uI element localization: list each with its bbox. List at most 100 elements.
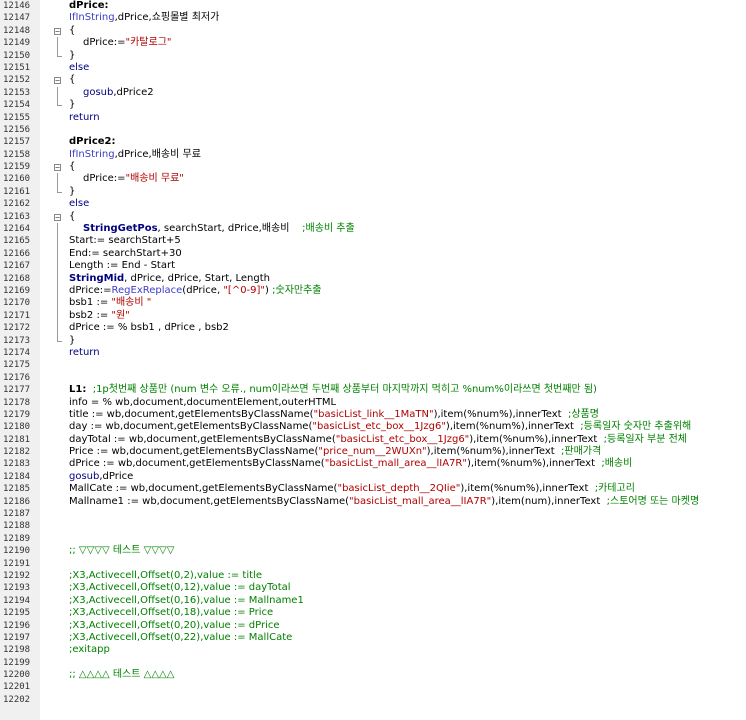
line-number: 12155 [3,112,31,123]
line-number: 12195 [3,608,31,619]
code-line[interactable]: 12191 [0,558,746,570]
code-line[interactable]: 12199 [0,657,746,669]
line-number: 12199 [3,657,31,668]
line-number: 12151 [3,62,31,73]
code-area[interactable]: 12146 dPrice: 12147 IfInString,dPrice,쇼핑몰별 … [0,0,746,706]
code-line[interactable]: 12146 dPrice: [0,0,746,12]
code-line[interactable]: 12196 ;X3,Activecell,Offset(0,20),value :… [0,620,746,632]
line-number: 12149 [3,38,31,49]
code-line[interactable]: 12201 [0,681,746,693]
code-line[interactable]: 12153 gosub,dPrice2 [0,86,746,100]
fold-guide [57,223,58,236]
fold-toggle-icon[interactable]: − [54,164,61,172]
code-token: gosub [83,86,114,98]
code-text: IfInString,dPrice,쇼핑몰별 최저가 [69,12,219,24]
code-line[interactable]: 12152 −{ [0,74,746,86]
code-line[interactable]: 12179 title := wb,document,getElementsByC… [0,409,746,421]
code-line[interactable]: 12190 ;; ▽▽▽▽ 테스트 ▽▽▽▽ [0,545,746,557]
code-token: else [69,61,90,73]
code-line[interactable]: 12174 return [0,347,746,359]
line-number: 12184 [3,471,31,482]
code-line[interactable]: 12162 else [0,198,746,210]
code-line[interactable]: 12155 return [0,112,746,124]
code-token: dPrice := % bsb1 , dPrice , bsb2 [69,322,229,334]
line-number: 12177 [3,385,31,396]
code-line[interactable]: 12192 ;X3,Activecell,Offset(0,2),value :=… [0,570,746,582]
code-editor[interactable]: 12146 dPrice: 12147 IfInString,dPrice,쇼핑몰별 … [0,0,746,720]
line-number: 12167 [3,261,31,272]
code-line[interactable]: 12170 bsb1 := "배송비 " [0,297,746,310]
code-line[interactable]: 12183 dPrice := wb,document,getElementsBy… [0,458,746,470]
line-number: 12154 [3,100,31,111]
line-number: 12183 [3,459,31,470]
code-line[interactable]: 12198 ;exitapp [0,644,746,656]
code-text: dPrice2: [69,136,116,148]
line-number: 12188 [3,521,31,532]
code-line[interactable]: 12188 [0,520,746,532]
code-token: "basicList_depth__2QIie" [337,483,461,495]
code-line[interactable]: 12189 [0,533,746,545]
code-line[interactable]: 12164 StringGetPos, searchStart, dPrice,배… [0,223,746,236]
code-line[interactable]: 12168 StringMid, dPrice, dPrice, Start, L… [0,272,746,285]
code-line[interactable]: 12173} [0,334,746,347]
code-line[interactable]: 12181 dayTotal := wb,document,getElements… [0,434,746,446]
code-line[interactable]: 12185 MallCate := wb,document,getElements… [0,483,746,495]
code-line[interactable]: 12180 day := wb,document,getElementsByCla… [0,421,746,433]
code-line[interactable]: 12160 dPrice:="배송비 무료" [0,173,746,186]
fold-guide [57,235,58,248]
code-line[interactable]: 12182 Price := wb,document,getElementsByC… [0,446,746,458]
fold-toggle-icon[interactable]: − [54,27,61,35]
code-line[interactable]: 12195 ;X3,Activecell,Offset(0,18),value :… [0,607,746,619]
line-number: 12152 [3,75,31,86]
code-line[interactable]: 12166 End:= searchStart+30 [0,247,746,261]
code-token: dPrice:= [83,173,126,185]
code-line[interactable]: 12148 −{ [0,25,746,37]
code-line[interactable]: 12193 ;X3,Activecell,Offset(0,12),value :… [0,582,746,594]
code-line[interactable]: 12178 info = % wb,document,documentElemen… [0,397,746,409]
code-token: MallCate := wb,document,getElementsByCla… [69,483,338,495]
code-line[interactable]: 12171 bsb2 := "원" [0,309,746,323]
code-line[interactable]: 12186 Mallname1 := wb,document,getElement… [0,496,746,508]
code-token: Start:= searchStart+5 [69,235,181,247]
code-line[interactable]: 12200 ;; △△△△ 테스트 △△△△ [0,669,746,681]
code-token: { [69,161,76,173]
code-line[interactable]: 12165 Start:= searchStart+5 [0,235,746,248]
code-token: RegExReplace [111,284,183,296]
code-line[interactable]: 12167 Length := End - Start [0,260,746,273]
code-token: ;1p첫번째 상품만 (num 변수 오류., num이라쓰면 두번째 상품부터… [86,384,597,396]
code-line[interactable]: 12184 gosub,dPrice [0,471,746,483]
code-line[interactable]: 12150} [0,49,746,62]
fold-toggle-icon[interactable]: − [54,213,61,221]
code-line[interactable]: 12194 ;X3,Activecell,Offset(0,16),value :… [0,595,746,607]
code-line[interactable]: 12157 dPrice2: [0,136,746,148]
line-number: 12173 [3,335,31,346]
code-line[interactable]: 12147 IfInString,dPrice,쇼핑몰별 최저가 [0,12,746,24]
code-line[interactable]: 12159 −{ [0,161,746,173]
code-line[interactable]: 12156 [0,124,746,136]
code-token: ),item(%num%),innerText [426,446,562,458]
code-line[interactable]: 12172 dPrice := % bsb1 , dPrice , bsb2 [0,322,746,335]
code-line[interactable]: 12163 −{ [0,211,746,223]
code-line[interactable]: 12175 [0,359,746,371]
code-line[interactable]: 12177 L1: ;1p첫번째 상품만 (num 변수 오류., num이라쓰면… [0,384,746,396]
line-number: 12148 [3,25,31,36]
code-line[interactable]: 12202 [0,694,746,706]
code-line[interactable]: 12154} [0,99,746,111]
fold-toggle-icon[interactable]: − [54,77,61,85]
code-text: ;X3,Activecell,Offset(0,2),value := titl… [69,570,262,582]
code-line[interactable]: 12187 [0,508,746,520]
code-token: ;X3,Activecell,Offset(0,12),value := day… [69,582,291,594]
code-line[interactable]: 12176 [0,372,746,384]
fold-guide [57,260,58,273]
code-text: IfInString,dPrice,배송비 무료 [69,149,201,161]
code-token: IfInString [69,12,115,24]
line-number: 12164 [3,224,31,235]
code-line[interactable]: 12158 IfInString,dPrice,배송비 무료 [0,149,746,161]
code-line[interactable]: 12149 dPrice:="카탈로그" [0,37,746,50]
line-number: 12147 [3,13,31,24]
code-line[interactable]: 12197 ;X3,Activecell,Offset(0,22),value :… [0,632,746,644]
code-line[interactable]: 12151 else [0,62,746,74]
code-line[interactable]: 12161} [0,185,746,198]
code-text: info = % wb,document,documentElement,out… [69,397,336,409]
code-line[interactable]: 12169 dPrice:=RegExReplace(dPrice, "[^0-9… [0,284,746,298]
